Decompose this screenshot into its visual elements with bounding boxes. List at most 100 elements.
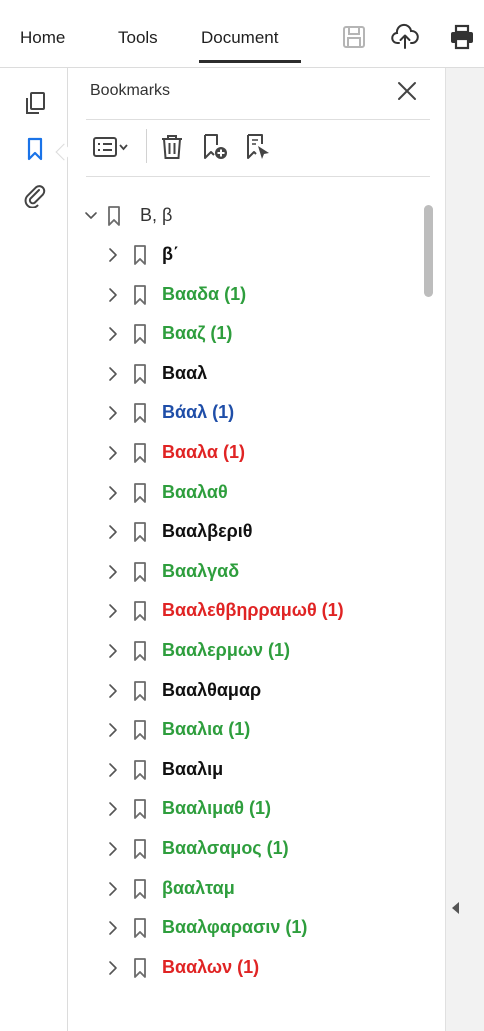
bookmark-row[interactable]: Βααλσαμος (1) — [80, 831, 420, 867]
new-bookmark-icon[interactable] — [200, 132, 230, 162]
toolbar-divider-bottom — [86, 176, 430, 177]
bookmark-icon — [134, 245, 146, 265]
options-menu-icon[interactable] — [92, 132, 132, 162]
chevron-right-icon[interactable] — [106, 444, 120, 462]
document-area-edge — [445, 68, 484, 1031]
bookmark-label: βααλταμ — [162, 877, 235, 898]
chevron-right-icon[interactable] — [106, 602, 120, 620]
delete-icon[interactable] — [157, 132, 187, 162]
chevron-right-icon[interactable] — [106, 484, 120, 502]
chevron-down-icon[interactable] — [84, 207, 98, 225]
bookmark-label: Βααλεθβηρραμωθ (1) — [162, 600, 344, 621]
bookmark-row[interactable]: Βάαλ (1) — [80, 395, 420, 431]
bookmark-label: Βααλσαμος (1) — [162, 838, 289, 858]
chevron-right-icon[interactable] — [106, 721, 120, 739]
bookmark-label: Βααλ — [162, 362, 208, 383]
chevron-right-icon[interactable] — [106, 880, 120, 898]
bookmark-row[interactable]: Βααλφαρασιν (1) — [80, 910, 420, 946]
bookmark-icon — [134, 522, 146, 543]
bookmark-label: β΄ — [162, 244, 179, 264]
attachment-icon[interactable] — [22, 182, 48, 208]
chevron-right-icon[interactable] — [106, 761, 120, 779]
bookmark-row[interactable]: β΄ — [80, 237, 420, 273]
bookmark-icon[interactable] — [22, 136, 48, 162]
bookmark-icon — [134, 601, 146, 622]
bookmark-icon — [134, 284, 146, 305]
bookmark-row[interactable]: Βααλια (1) — [80, 712, 420, 748]
bookmark-root-row[interactable]: Β, β — [80, 198, 420, 234]
bookmark-icon — [134, 641, 146, 661]
bookmark-row[interactable]: Βααλ — [80, 356, 420, 392]
bookmark-label: Βααλιμ — [162, 758, 224, 779]
bookmark-label: Βααζ (1) — [162, 323, 233, 344]
chevron-right-icon[interactable] — [106, 365, 120, 383]
bookmark-row[interactable]: βααλταμ — [80, 871, 420, 907]
bookmark-from-selection-icon[interactable] — [243, 132, 273, 162]
upload-cloud-icon[interactable] — [391, 22, 419, 52]
bookmark-label: Βααλα (1) — [162, 442, 245, 462]
chevron-right-icon[interactable] — [106, 286, 120, 304]
top-menu-bar: Home Tools Document — [0, 0, 484, 68]
bookmark-row[interactable]: Βααζ (1) — [80, 316, 420, 352]
bookmark-row[interactable]: Βααλερμων (1) — [80, 633, 420, 669]
menu-tools[interactable]: Tools — [118, 28, 158, 48]
collapse-panel-arrow-icon[interactable] — [452, 902, 459, 914]
bookmark-row[interactable]: Βααλεθβηρραμωθ (1) — [80, 593, 420, 629]
bookmark-row[interactable]: Βααλγαδ — [80, 554, 420, 590]
bookmark-label: Βααλαθ — [162, 481, 228, 502]
pages-icon[interactable] — [22, 90, 48, 116]
bookmark-label: Βααλιμαθ (1) — [162, 798, 271, 819]
bookmark-icon — [134, 363, 146, 384]
bookmark-row[interactable]: Βααλβεριθ — [80, 514, 420, 550]
bookmark-row[interactable]: Βααλων (1) — [80, 950, 420, 986]
bookmark-label: Βααλβεριθ — [162, 521, 253, 542]
print-icon[interactable] — [448, 22, 476, 52]
menu-home[interactable]: Home — [20, 28, 65, 48]
bookmark-label: Βααδα (1) — [162, 283, 247, 304]
close-icon[interactable] — [396, 80, 418, 102]
chevron-right-icon[interactable] — [106, 404, 120, 422]
bookmark-row[interactable]: Βααλθαμαρ — [80, 673, 420, 709]
bookmark-label: Βααλια (1) — [162, 719, 251, 740]
bookmark-label: Βααλφαρασιν (1) — [162, 917, 308, 938]
active-tab-indicator — [199, 60, 301, 63]
bookmark-row[interactable]: Βααλαθ — [80, 475, 420, 511]
menu-document[interactable]: Document — [201, 28, 278, 48]
bookmark-label: Βααλερμων (1) — [162, 640, 291, 660]
bookmark-icon — [134, 918, 146, 939]
chevron-right-icon[interactable] — [106, 840, 120, 858]
chevron-right-icon[interactable] — [106, 563, 120, 581]
left-tool-rail — [0, 68, 68, 1031]
bookmark-icon — [108, 206, 120, 226]
chevron-right-icon[interactable] — [106, 919, 120, 937]
save-icon[interactable] — [340, 22, 368, 52]
chevron-right-icon[interactable] — [106, 246, 120, 264]
bookmark-icon — [134, 680, 146, 701]
bookmark-row[interactable]: Βααλα (1) — [80, 435, 420, 471]
chevron-right-icon[interactable] — [106, 800, 120, 818]
bookmark-row[interactable]: Βααλιμαθ (1) — [80, 791, 420, 827]
chevron-right-icon[interactable] — [106, 959, 120, 977]
bookmark-label: Βααλγαδ — [162, 560, 240, 581]
bookmark-icon — [134, 482, 146, 503]
bookmark-icon — [134, 403, 146, 424]
bookmark-icon — [134, 799, 146, 820]
bookmark-icon — [134, 878, 146, 899]
panel-title: Bookmarks — [90, 82, 171, 99]
bookmark-icon — [134, 324, 146, 345]
bookmark-icon — [134, 443, 146, 463]
bookmark-icon — [134, 957, 146, 978]
panel-header-divider — [86, 119, 430, 120]
chevron-right-icon[interactable] — [106, 642, 120, 660]
bookmark-row[interactable]: Βααλιμ — [80, 752, 420, 788]
bookmark-icon — [134, 839, 146, 859]
bookmark-label: Βάαλ (1) — [162, 402, 235, 423]
scrollbar[interactable] — [424, 205, 433, 297]
toolbar-divider — [146, 129, 147, 163]
chevron-right-icon[interactable] — [106, 682, 120, 700]
chevron-right-icon[interactable] — [106, 523, 120, 541]
chevron-right-icon[interactable] — [106, 325, 120, 343]
bookmark-icon — [134, 561, 146, 582]
bookmark-row[interactable]: Βααδα (1) — [80, 277, 420, 313]
bookmark-icon — [134, 720, 146, 741]
